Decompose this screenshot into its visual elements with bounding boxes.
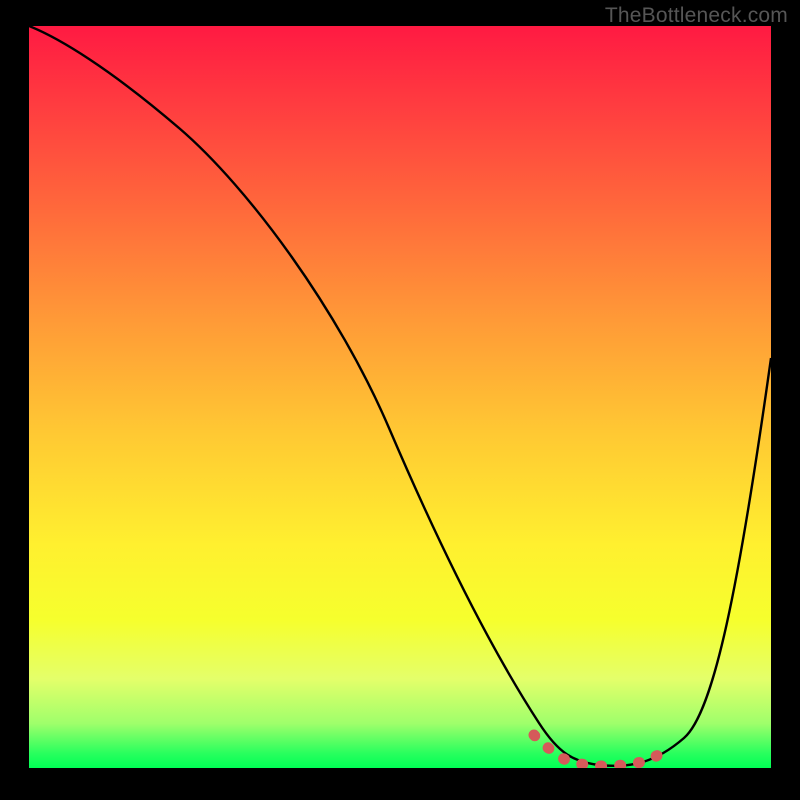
- bottleneck-curve-path: [29, 26, 771, 766]
- bottleneck-curve-svg: [29, 26, 771, 768]
- watermark-text: TheBottleneck.com: [605, 4, 788, 28]
- optimal-zone-path: [534, 735, 669, 766]
- chart-plot-area: [29, 26, 771, 768]
